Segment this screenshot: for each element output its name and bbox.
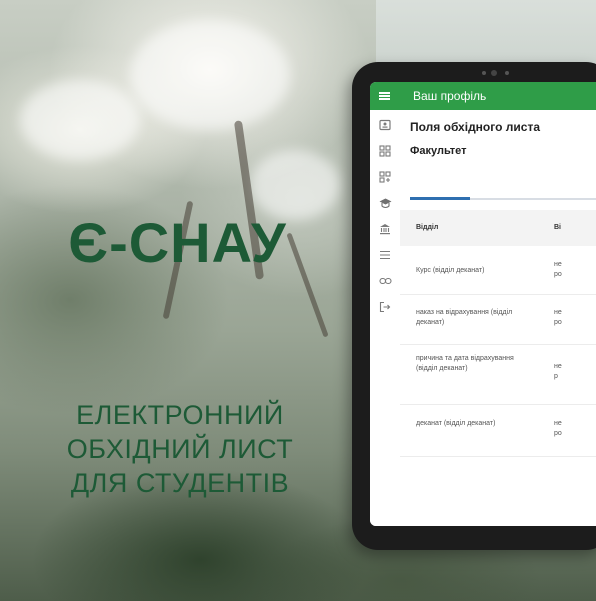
id-card-icon[interactable] [370, 112, 400, 138]
page-title: Поля обхідного листа [410, 120, 540, 134]
graduation-cap-icon[interactable] [370, 190, 400, 216]
menu-icon[interactable] [370, 82, 398, 110]
app-bar-title: Ваш профіль [413, 89, 487, 103]
tagline: ЕЛЕКТРОННИЙ ОБХІДНИЙ ЛИСТ ДЛЯ СТУДЕНТІВ [40, 398, 320, 500]
column-header-dept: Відділ [416, 224, 439, 231]
tab-indicator[interactable] [410, 197, 470, 200]
table-row[interactable]: причина та дата відрахування (відділ дек… [400, 344, 596, 405]
tablet-device: Ваш профіль Поля обхідного листа Факульт… [352, 62, 596, 550]
table-header: Відділ Ві [400, 210, 596, 246]
table-row[interactable]: наказ на відрахування (відділ деканат) н… [400, 294, 596, 345]
link-icon[interactable] [370, 268, 400, 294]
app-screen: Ваш профіль Поля обхідного листа Факульт… [370, 82, 596, 526]
sensor-dot [482, 71, 486, 75]
row-dept: наказ на відрахування (відділ деканат) [416, 309, 513, 326]
section-title: Факультет [410, 145, 467, 157]
list-icon[interactable] [370, 242, 400, 268]
tagline-line-2: ОБХІДНИЙ ЛИСТ [66, 434, 294, 464]
camera-dot [491, 70, 497, 76]
grid-icon[interactable] [370, 138, 400, 164]
table-row[interactable]: Курс (відділ деканат) не ро [400, 246, 596, 295]
row-dept: Курс (відділ деканат) [416, 267, 485, 274]
sensor-dot [505, 71, 509, 75]
row-value: не ро [554, 261, 562, 278]
row-dept: деканат (відділ деканат) [416, 420, 496, 427]
tagline-line-3: ДЛЯ СТУДЕНТІВ [70, 468, 290, 498]
main-content: Поля обхідного листа Факультет Відділ Ві… [400, 110, 596, 526]
grid-alt-icon[interactable] [370, 164, 400, 190]
brand-logo-text: Є-СНАУ [68, 211, 287, 274]
row-dept: причина та дата відрахування (відділ дек… [416, 355, 514, 372]
app-bar: Ваш профіль [370, 82, 596, 110]
table-row[interactable]: деканат (відділ деканат) не ро [400, 404, 596, 457]
navigation-rail [370, 110, 400, 526]
tagline-line-1: ЕЛЕКТРОННИЙ [76, 400, 284, 430]
logout-icon[interactable] [370, 294, 400, 320]
row-value: не ро [554, 309, 562, 326]
row-value: не р [554, 363, 562, 380]
row-value: не ро [554, 420, 562, 437]
column-header-value: Ві [554, 224, 561, 231]
bank-icon[interactable] [370, 216, 400, 242]
